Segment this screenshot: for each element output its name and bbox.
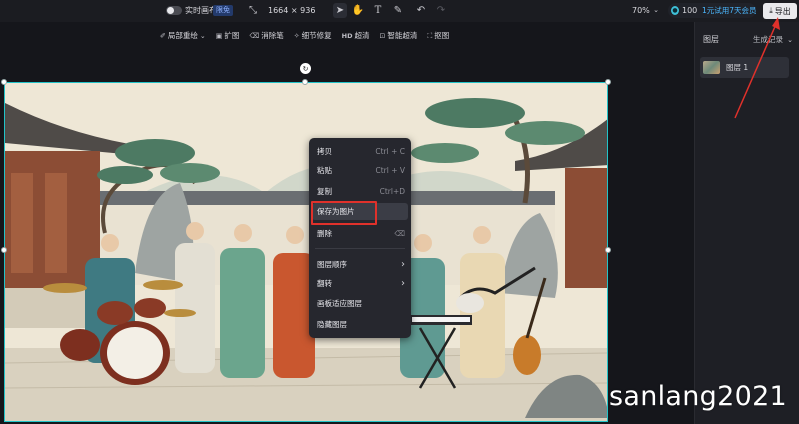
resize-handle-top[interactable] (302, 79, 308, 85)
backspace-icon: ⌫ (394, 228, 405, 238)
tool-smart-hd[interactable]: ⊡ 智能超清 (375, 30, 423, 42)
credit-count: 100 (682, 6, 698, 15)
menu-item-duplicate-shortcut: Ctrl+D (379, 186, 405, 196)
hand-icon[interactable]: ✋ (352, 4, 364, 17)
ancient-band-illustration (5, 83, 607, 421)
resize-handle-top-right[interactable] (605, 79, 611, 85)
menu-item-duplicate-label: 复制 (317, 186, 332, 196)
canvas-size[interactable]: 1664 × 936 (268, 5, 315, 16)
resize-handle-right[interactable] (605, 247, 611, 253)
chevron-right-icon: › (401, 258, 405, 270)
zoom-level[interactable]: 70% (632, 5, 650, 16)
tool-cutout-label: 抠图 (434, 31, 450, 40)
undo-icon[interactable]: ↶ (415, 4, 427, 17)
chevron-right-icon: › (401, 277, 405, 289)
eraser-icon: ⌫ (249, 32, 260, 40)
redo-icon[interactable]: ↷ (435, 4, 447, 17)
free-badge: 限免 (213, 5, 233, 16)
chevron-down-icon: ⌄ (199, 32, 206, 40)
resize-icon[interactable]: ⤡ (248, 5, 258, 16)
menu-item-copy[interactable]: 拷贝 Ctrl + C (317, 144, 405, 158)
menu-item-fit-artboard[interactable]: 画板适应图层 (317, 296, 405, 310)
realtime-canvas-toggle[interactable] (166, 6, 182, 15)
tool-hd[interactable]: HD 超清 (337, 30, 375, 42)
menu-item-delete[interactable]: 删除 ⌫ (317, 226, 405, 240)
hd-icon: HD (341, 32, 353, 40)
context-menu: 拷贝 Ctrl + C 粘贴 Ctrl + V 复制 Ctrl+D 保存为图片 … (309, 138, 411, 338)
menu-item-duplicate[interactable]: 复制 Ctrl+D (317, 184, 405, 198)
text-icon[interactable]: T (372, 4, 384, 17)
menu-divider (315, 248, 405, 249)
rotate-handle[interactable]: ↻ (300, 63, 311, 74)
menu-item-flip-label: 翻转 (317, 278, 332, 288)
menu-item-layer-order-label: 图层顺序 (317, 259, 347, 269)
chevron-down-icon[interactable]: ⌄ (652, 5, 660, 16)
credit-icon: ● (671, 6, 679, 15)
tool-expand[interactable]: ▣ 扩图 (211, 30, 245, 42)
image-toolbar: ✐ 局部重绘 ⌄ ▣ 扩图 ⌫ 消除笔 ✧ 细节修复 HD 超清 ⊡ 智能超清 … (155, 29, 454, 43)
menu-item-paste-label: 粘贴 (317, 165, 332, 175)
resize-handle-left[interactable] (1, 247, 7, 253)
menu-item-copy-label: 拷贝 (317, 146, 332, 156)
chevron-down-icon[interactable]: ⌄ (786, 35, 794, 45)
pen-icon[interactable]: ✎ (392, 4, 404, 17)
menu-item-paste[interactable]: 粘贴 Ctrl + V (317, 163, 405, 177)
tool-eraser[interactable]: ⌫ 消除笔 (244, 30, 288, 42)
tool-eraser-label: 消除笔 (261, 31, 284, 40)
annotation-highlight-box (311, 201, 377, 225)
menu-item-delete-label: 删除 (317, 228, 332, 238)
brush-icon: ✐ (160, 32, 166, 40)
layer-thumbnail (703, 61, 720, 74)
menu-item-layer-order[interactable]: 图层顺序 › (317, 257, 405, 271)
menu-item-hide-layer[interactable]: 隐藏图层 (317, 317, 405, 331)
cutout-icon: ⛶ (427, 32, 433, 40)
tool-cutout[interactable]: ⛶ 抠图 (422, 30, 454, 42)
tool-inpaint-label: 局部重绘 (167, 31, 198, 40)
tool-hd-label: 超清 (354, 31, 370, 40)
panel-title: 图层 (703, 35, 719, 44)
expand-icon: ▣ (215, 32, 223, 40)
tool-detail-fix[interactable]: ✧ 细节修复 (289, 30, 337, 42)
canvas-image-layer[interactable] (4, 82, 608, 422)
menu-item-flip[interactable]: 翻转 › (317, 276, 405, 290)
menu-item-fit-artboard-label: 画板适应图层 (317, 298, 362, 308)
watermark: sanlang2021 (609, 381, 788, 412)
smart-hd-icon: ⊡ (379, 32, 386, 40)
tool-inpaint[interactable]: ✐ 局部重绘 ⌄ (155, 30, 211, 42)
tool-smart-hd-label: 智能超清 (387, 31, 418, 40)
top-bar: 实时画布 限免 ⤡ 1664 × 936 ➤ ✋ T ✎ ↶ ↷ 70% ⌄ ●… (0, 0, 799, 22)
rotate-icon: ↻ (302, 64, 309, 73)
cursor-icon[interactable]: ➤ (333, 3, 347, 18)
tool-expand-label: 扩图 (224, 31, 240, 40)
tool-detail-fix-label: 细节修复 (301, 31, 332, 40)
menu-item-paste-shortcut: Ctrl + V (375, 165, 405, 175)
menu-item-hide-layer-label: 隐藏图层 (317, 319, 347, 329)
wand-icon: ✧ (293, 32, 300, 40)
resize-handle-top-left[interactable] (1, 79, 7, 85)
menu-item-copy-shortcut: Ctrl + C (375, 146, 405, 156)
annotation-arrow (734, 17, 780, 119)
